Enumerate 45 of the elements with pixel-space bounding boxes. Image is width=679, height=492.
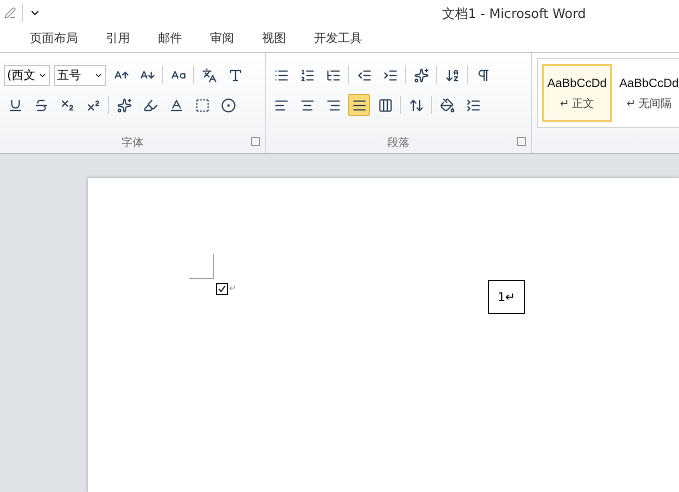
font-size-dropdown[interactable]: 五号 [54, 64, 106, 86]
style-sample: AaBbCcDd [619, 76, 679, 90]
strikethrough-icon [34, 98, 48, 112]
numbering-icon [300, 68, 314, 82]
show-marks-icon [476, 68, 490, 82]
highlighter-icon [142, 98, 158, 112]
ribbon-tab[interactable]: 邮件 [144, 26, 196, 51]
shading-icon [440, 98, 454, 112]
window-title: 文档1 - Microsoft Word [442, 6, 586, 23]
group-label: 段落 [388, 134, 410, 150]
multilevel-list-icon [326, 68, 340, 82]
justify-button[interactable] [348, 94, 370, 116]
style-item[interactable]: AaBbCcDd ↵ 无间隔 [614, 64, 679, 122]
sort-icon [444, 68, 460, 82]
subscript-icon [60, 98, 74, 112]
font-name-dropdown[interactable]: (西文 [4, 64, 50, 86]
superscript-icon [86, 98, 100, 112]
text-box: 1↵ [488, 280, 525, 314]
style-item[interactable]: AaBbCcDd ↵ 正文 [542, 64, 612, 122]
align-left-icon [274, 98, 288, 112]
font-color-icon [168, 98, 184, 112]
pen-icon[interactable] [4, 6, 16, 18]
align-center-icon [300, 98, 314, 112]
increase-indent-icon [382, 68, 398, 82]
ribbon-tab[interactable]: 页面布局 [16, 26, 92, 51]
ribbon-tab[interactable]: 引用 [92, 26, 144, 51]
underline-icon [8, 98, 22, 112]
style-name: ↵ 正文 [560, 96, 594, 110]
group-label: 字体 [122, 134, 144, 150]
align-right-icon [326, 98, 340, 112]
dialog-launcher-icon[interactable] [251, 137, 260, 146]
paragraph-mark: ↵ [229, 284, 237, 294]
margin-corner-mark [189, 254, 214, 279]
ribbon-tab[interactable]: 视图 [248, 26, 300, 51]
decrease-indent-icon [356, 68, 372, 82]
justify-icon [352, 98, 366, 112]
check-icon [218, 285, 226, 293]
style-name: ↵ 无间隔 [626, 96, 672, 110]
checkbox[interactable] [216, 283, 228, 295]
style-sample: AaBbCcDd [547, 76, 607, 90]
bullets-icon [274, 68, 288, 82]
dialog-launcher-icon[interactable] [517, 137, 526, 146]
line-spacing-icon [408, 98, 424, 112]
ribbon-tab[interactable]: 开发工具 [300, 26, 376, 51]
ribbon-tab[interactable]: 审阅 [196, 26, 248, 51]
